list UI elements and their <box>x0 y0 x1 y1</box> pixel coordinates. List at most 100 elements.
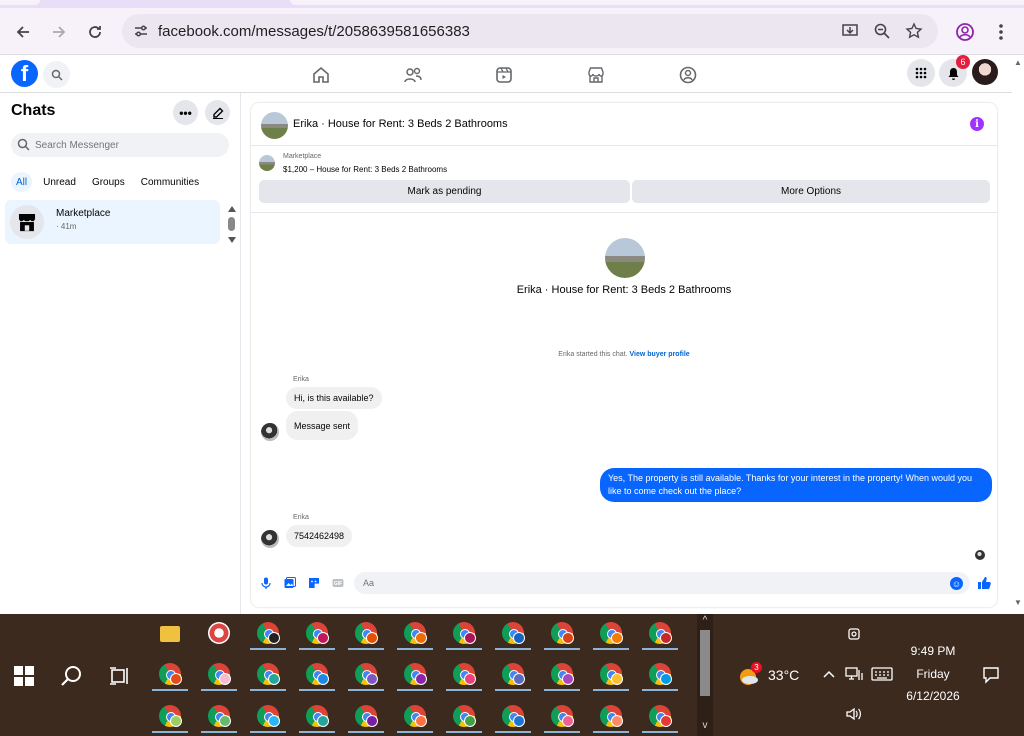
site-settings-icon[interactable] <box>132 22 150 40</box>
filter-groups[interactable]: Groups <box>87 172 130 192</box>
chat-item-marketplace[interactable]: Marketplace · 41m <box>5 200 220 244</box>
file-explorer-app[interactable] <box>150 618 190 652</box>
message-input-box[interactable]: ☺ <box>354 572 970 594</box>
chrome-profile-app[interactable] <box>150 659 190 693</box>
taskbar-scroll-thumb[interactable] <box>700 630 710 696</box>
action-center-icon[interactable] <box>982 666 1000 684</box>
message-bubble[interactable]: Message sent <box>286 411 359 440</box>
browser-menu-icon[interactable] <box>989 20 1013 44</box>
chrome-profile-app[interactable] <box>591 618 631 652</box>
video-icon[interactable] <box>494 65 514 85</box>
facebook-logo-icon[interactable]: f <box>11 60 38 87</box>
sidebar-scroll-thumb[interactable] <box>228 217 235 231</box>
task-view-icon[interactable] <box>108 664 132 688</box>
chrome-profile-app[interactable] <box>640 618 680 652</box>
account-avatar[interactable] <box>972 59 998 85</box>
zoom-icon[interactable] <box>872 21 892 41</box>
profile-icon[interactable] <box>953 20 977 44</box>
windows-start-icon[interactable] <box>14 666 34 686</box>
chrome-profile-app[interactable] <box>248 618 288 652</box>
filter-unread[interactable]: Unread <box>38 172 81 192</box>
chrome-profile-app[interactable] <box>591 701 631 735</box>
chrome-profile-app[interactable] <box>493 618 533 652</box>
scroll-up-icon[interactable] <box>227 205 237 213</box>
gif-icon[interactable]: GIF <box>332 577 344 589</box>
info-icon[interactable]: i <box>970 117 984 131</box>
chrome-profile-app[interactable] <box>591 659 631 693</box>
chrome-profile-app[interactable] <box>346 618 386 652</box>
sender-avatar[interactable] <box>261 530 279 548</box>
chrome-profile-app[interactable] <box>493 659 533 693</box>
home-icon[interactable] <box>311 65 331 85</box>
temperature-text[interactable]: 33°C <box>768 667 799 683</box>
conversation-title[interactable]: Erika · House for Rent: 3 Beds 2 Bathroo… <box>293 118 508 130</box>
meet-now-icon[interactable] <box>846 626 862 642</box>
chrome-profile-app[interactable] <box>346 701 386 735</box>
friends-icon[interactable] <box>403 65 423 85</box>
more-options-button[interactable]: More Options <box>632 180 990 203</box>
show-hidden-icons-chevron-icon[interactable] <box>822 668 836 680</box>
menu-grid-button[interactable] <box>907 59 935 87</box>
microphone-icon[interactable] <box>260 577 272 589</box>
taskbar-scrollbar[interactable]: ^ v <box>697 614 713 736</box>
chrome-profile-app[interactable] <box>444 701 484 735</box>
search-messenger-field[interactable] <box>11 133 229 157</box>
message-bubble[interactable]: Hi, is this available? <box>286 387 382 409</box>
taskbar-scroll-down-icon[interactable]: v <box>697 720 713 731</box>
photo-icon[interactable] <box>284 577 296 589</box>
like-thumb-icon[interactable] <box>977 576 991 590</box>
view-buyer-profile-link[interactable]: View buyer profile <box>630 351 690 358</box>
chrome-profile-app[interactable] <box>395 659 435 693</box>
listing-thumbnail[interactable] <box>261 112 288 139</box>
mark-as-pending-button[interactable]: Mark as pending <box>259 180 630 203</box>
message-bubble[interactable]: 7542462498 <box>286 525 353 547</box>
reload-button[interactable] <box>81 18 109 46</box>
new-message-button[interactable] <box>205 100 230 125</box>
chrome-profile-app[interactable] <box>248 701 288 735</box>
filter-all[interactable]: All <box>11 172 33 192</box>
taskbar-search-icon[interactable] <box>60 664 84 688</box>
chat-options-button[interactable]: ••• <box>173 100 198 125</box>
clock-day[interactable]: Friday <box>900 667 966 681</box>
snipping-tool-app[interactable] <box>199 618 239 652</box>
taskbar-scroll-up-icon[interactable]: ^ <box>697 615 713 626</box>
groups-icon[interactable] <box>678 65 698 85</box>
chrome-profile-app[interactable] <box>346 659 386 693</box>
chrome-profile-app[interactable] <box>493 701 533 735</box>
search-messenger-input[interactable] <box>35 137 215 153</box>
clock-date[interactable]: 6/12/2026 <box>900 689 966 703</box>
facebook-search-button[interactable] <box>43 61 70 88</box>
bookmark-star-icon[interactable] <box>904 21 924 41</box>
sidebar-scrollbar[interactable] <box>227 205 237 245</box>
clock-time[interactable]: 9:49 PM <box>900 644 966 658</box>
chrome-profile-app[interactable] <box>297 701 337 735</box>
emoji-icon[interactable]: ☺ <box>950 577 963 590</box>
forward-button[interactable] <box>45 18 73 46</box>
tab[interactable] <box>0 0 40 5</box>
marketplace-icon[interactable] <box>586 65 606 85</box>
chrome-profile-app[interactable] <box>542 701 582 735</box>
volume-icon[interactable] <box>845 706 863 722</box>
chrome-profile-app[interactable] <box>248 659 288 693</box>
chrome-profile-app[interactable] <box>199 659 239 693</box>
page-scroll-up-icon[interactable]: ▲ <box>1012 58 1024 67</box>
chrome-profile-app[interactable] <box>542 659 582 693</box>
chrome-profile-app[interactable] <box>542 618 582 652</box>
network-icon[interactable] <box>845 666 863 682</box>
url-text[interactable]: facebook.com/messages/t/2058639581656383 <box>158 23 470 40</box>
chrome-profile-app[interactable] <box>395 618 435 652</box>
page-scroll-down-icon[interactable]: ▼ <box>1012 598 1024 607</box>
chrome-profile-app[interactable] <box>444 659 484 693</box>
listing-price[interactable]: $1,200 – House for Rent: 3 Beds 2 Bathro… <box>283 165 447 174</box>
sent-message-bubble[interactable]: Yes, The property is still available. Th… <box>600 468 992 502</box>
filter-communities[interactable]: Communities <box>136 172 204 192</box>
listing-small-thumbnail[interactable] <box>259 155 275 171</box>
keyboard-icon[interactable] <box>871 666 893 682</box>
chrome-profile-app[interactable] <box>297 659 337 693</box>
chrome-profile-app[interactable] <box>640 701 680 735</box>
message-input[interactable] <box>363 576 923 590</box>
back-button[interactable] <box>9 18 37 46</box>
chrome-profile-app[interactable] <box>297 618 337 652</box>
chrome-profile-app[interactable] <box>150 701 190 735</box>
install-app-icon[interactable] <box>840 21 860 41</box>
